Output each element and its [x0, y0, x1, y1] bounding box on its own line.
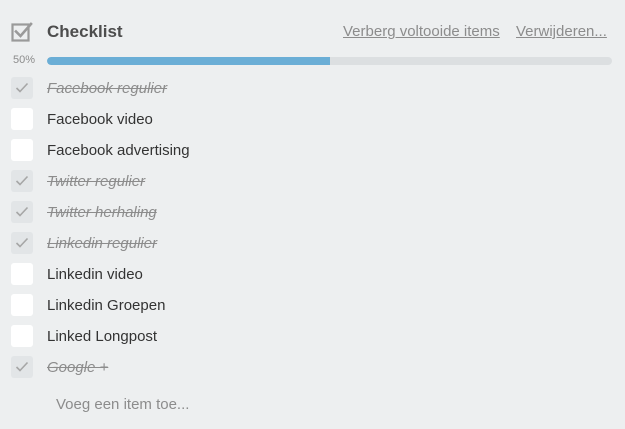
checklist-item[interactable]: Linkedin video: [0, 259, 625, 290]
checklist-item[interactable]: Facebook video: [0, 104, 625, 135]
add-item-link[interactable]: Voeg een item toe...: [56, 395, 189, 414]
checklist-item-label[interactable]: Facebook advertising: [47, 141, 190, 160]
checkbox[interactable]: [11, 201, 33, 223]
checklist-item-label[interactable]: Linkedin video: [47, 265, 143, 284]
checklist-title: Checklist: [47, 22, 123, 41]
checklist-item-label[interactable]: Linked Longpost: [47, 327, 157, 346]
checklist-item[interactable]: Linkedin Groepen: [0, 290, 625, 321]
checklist-item-label[interactable]: Facebook video: [47, 110, 153, 129]
checkbox[interactable]: [11, 232, 33, 254]
check-icon: [15, 237, 29, 248]
progress-bar-fill: [47, 57, 330, 65]
checklist-item-label[interactable]: Twitter regulier: [47, 172, 145, 191]
checklist-item[interactable]: Google +: [0, 352, 625, 383]
checklist-item[interactable]: Linked Longpost: [0, 321, 625, 352]
checklist-item-label[interactable]: Facebook regulier: [47, 79, 167, 98]
checklist-item[interactable]: Facebook regulier: [0, 73, 625, 104]
checkbox[interactable]: [11, 356, 33, 378]
hide-completed-link[interactable]: Verberg voltooide items: [343, 22, 500, 42]
checkbox[interactable]: [11, 108, 33, 130]
check-icon: [15, 82, 29, 93]
checkbox[interactable]: [11, 294, 33, 316]
checklist-header: Checklist Verberg voltooide items Verwij…: [0, 0, 625, 66]
checklist-item[interactable]: Linkedin regulier: [0, 228, 625, 259]
checkbox[interactable]: [11, 325, 33, 347]
check-icon: [15, 206, 29, 217]
check-icon: [15, 175, 29, 186]
checklist-item-label[interactable]: Linkedin regulier: [47, 234, 157, 253]
progress-bar: [47, 57, 612, 65]
checklist-item[interactable]: Facebook advertising: [0, 135, 625, 166]
delete-checklist-link[interactable]: Verwijderen...: [516, 22, 607, 42]
checkbox[interactable]: [11, 77, 33, 99]
progress-percent: 50%: [13, 54, 36, 66]
checklist-item[interactable]: Twitter herhaling: [0, 197, 625, 228]
checklist-icon: [11, 21, 33, 43]
check-icon: [15, 361, 29, 372]
checkbox[interactable]: [11, 170, 33, 192]
checklist-item-label[interactable]: Linkedin Groepen: [47, 296, 165, 315]
checklist-item[interactable]: Twitter regulier: [0, 166, 625, 197]
checklist-item-label[interactable]: Twitter herhaling: [47, 203, 157, 222]
checklist-item-label[interactable]: Google +: [47, 358, 108, 377]
checkbox[interactable]: [11, 139, 33, 161]
checkbox[interactable]: [11, 263, 33, 285]
